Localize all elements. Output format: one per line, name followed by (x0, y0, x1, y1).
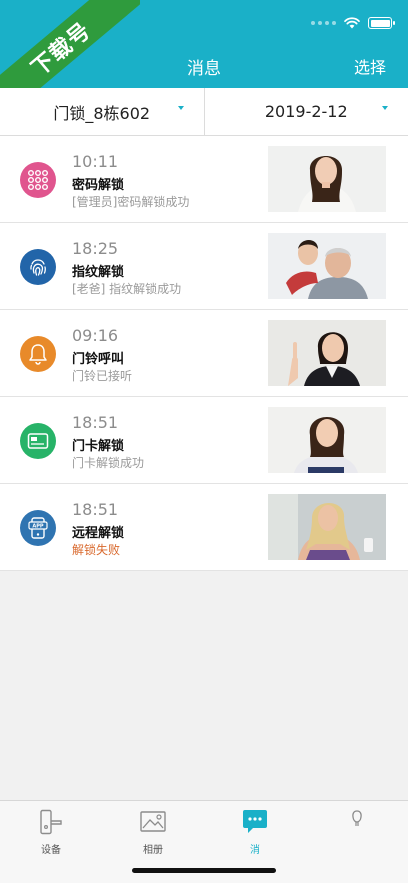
dropdown-caret-icon (177, 106, 184, 110)
status-bar (311, 16, 395, 30)
list-item[interactable]: 18:25 指纹解锁 [老爸] 指纹解锁成功 (0, 223, 408, 310)
snapshot-photo[interactable] (268, 320, 386, 386)
dropdown-caret-icon (382, 106, 388, 110)
snapshot-photo[interactable] (268, 233, 386, 299)
record-type: 密码解锁 (72, 178, 125, 193)
record-time: 18:51 (72, 413, 119, 432)
unlock-record-list: 10:11 密码解锁 [管理员]密码解锁成功 18:25 指纹解锁 [老爸] 指… (0, 136, 408, 571)
battery-icon (368, 17, 395, 29)
list-item[interactable]: 10:11 密码解锁 [管理员]密码解锁成功 (0, 136, 408, 223)
lock-device-icon (37, 809, 65, 835)
wifi-icon (344, 17, 360, 29)
album-icon (139, 809, 167, 835)
home-indicator[interactable] (132, 868, 276, 873)
record-detail: [老爸] 指纹解锁成功 (72, 282, 182, 296)
list-item[interactable]: 09:16 门铃呼叫 门铃已接听 (0, 310, 408, 397)
list-item[interactable]: 18:51 门卡解锁 门卡解锁成功 (0, 397, 408, 484)
record-detail: 解锁失败 (72, 543, 121, 557)
list-item[interactable]: APP 18:51 远程解锁 解锁失败 (0, 484, 408, 571)
snapshot-photo[interactable] (268, 494, 386, 560)
tab-label: 消 (250, 845, 260, 856)
record-type: 门铃呼叫 (72, 352, 125, 367)
app-header: 消息 选择 (0, 0, 408, 88)
date-selector[interactable]: 2019-2-12 (203, 88, 408, 135)
bell-icon (20, 336, 56, 372)
record-type: 远程解锁 (72, 526, 125, 541)
tab-label: 相册 (143, 845, 163, 856)
message-icon (241, 809, 269, 835)
profile-icon (343, 809, 371, 835)
snapshot-photo[interactable] (268, 407, 386, 473)
record-detail: 门铃已接听 (72, 369, 133, 383)
record-type: 指纹解锁 (72, 265, 125, 280)
keypad-icon (20, 162, 56, 198)
record-detail: 门卡解锁成功 (72, 456, 145, 470)
record-time: 18:25 (72, 239, 119, 258)
record-detail: [管理员]密码解锁成功 (72, 195, 190, 209)
page-title: 消息 (187, 59, 221, 79)
select-button[interactable]: 选择 (354, 54, 386, 78)
lock-selector[interactable]: 门锁_8栋602 (0, 88, 204, 135)
card-icon (20, 423, 56, 459)
date-selector-label: 2019-2-12 (264, 102, 348, 121)
record-time: 18:51 (72, 500, 119, 519)
fingerprint-icon (20, 249, 56, 285)
tab-profile[interactable] (306, 801, 408, 883)
record-time: 09:16 (72, 326, 119, 345)
signal-icon (311, 21, 336, 25)
snapshot-photo[interactable] (268, 146, 386, 212)
filter-bar: 门锁_8栋602 2019-2-12 (0, 88, 408, 136)
lock-selector-label: 门锁_8栋602 (53, 103, 151, 123)
record-type: 门卡解锁 (72, 439, 125, 454)
app-icon: APP (20, 510, 56, 546)
record-time: 10:11 (72, 152, 119, 171)
tab-label: 设备 (41, 845, 61, 856)
svg-text:APP: APP (32, 524, 44, 530)
tab-device[interactable]: 设备 (0, 801, 102, 883)
